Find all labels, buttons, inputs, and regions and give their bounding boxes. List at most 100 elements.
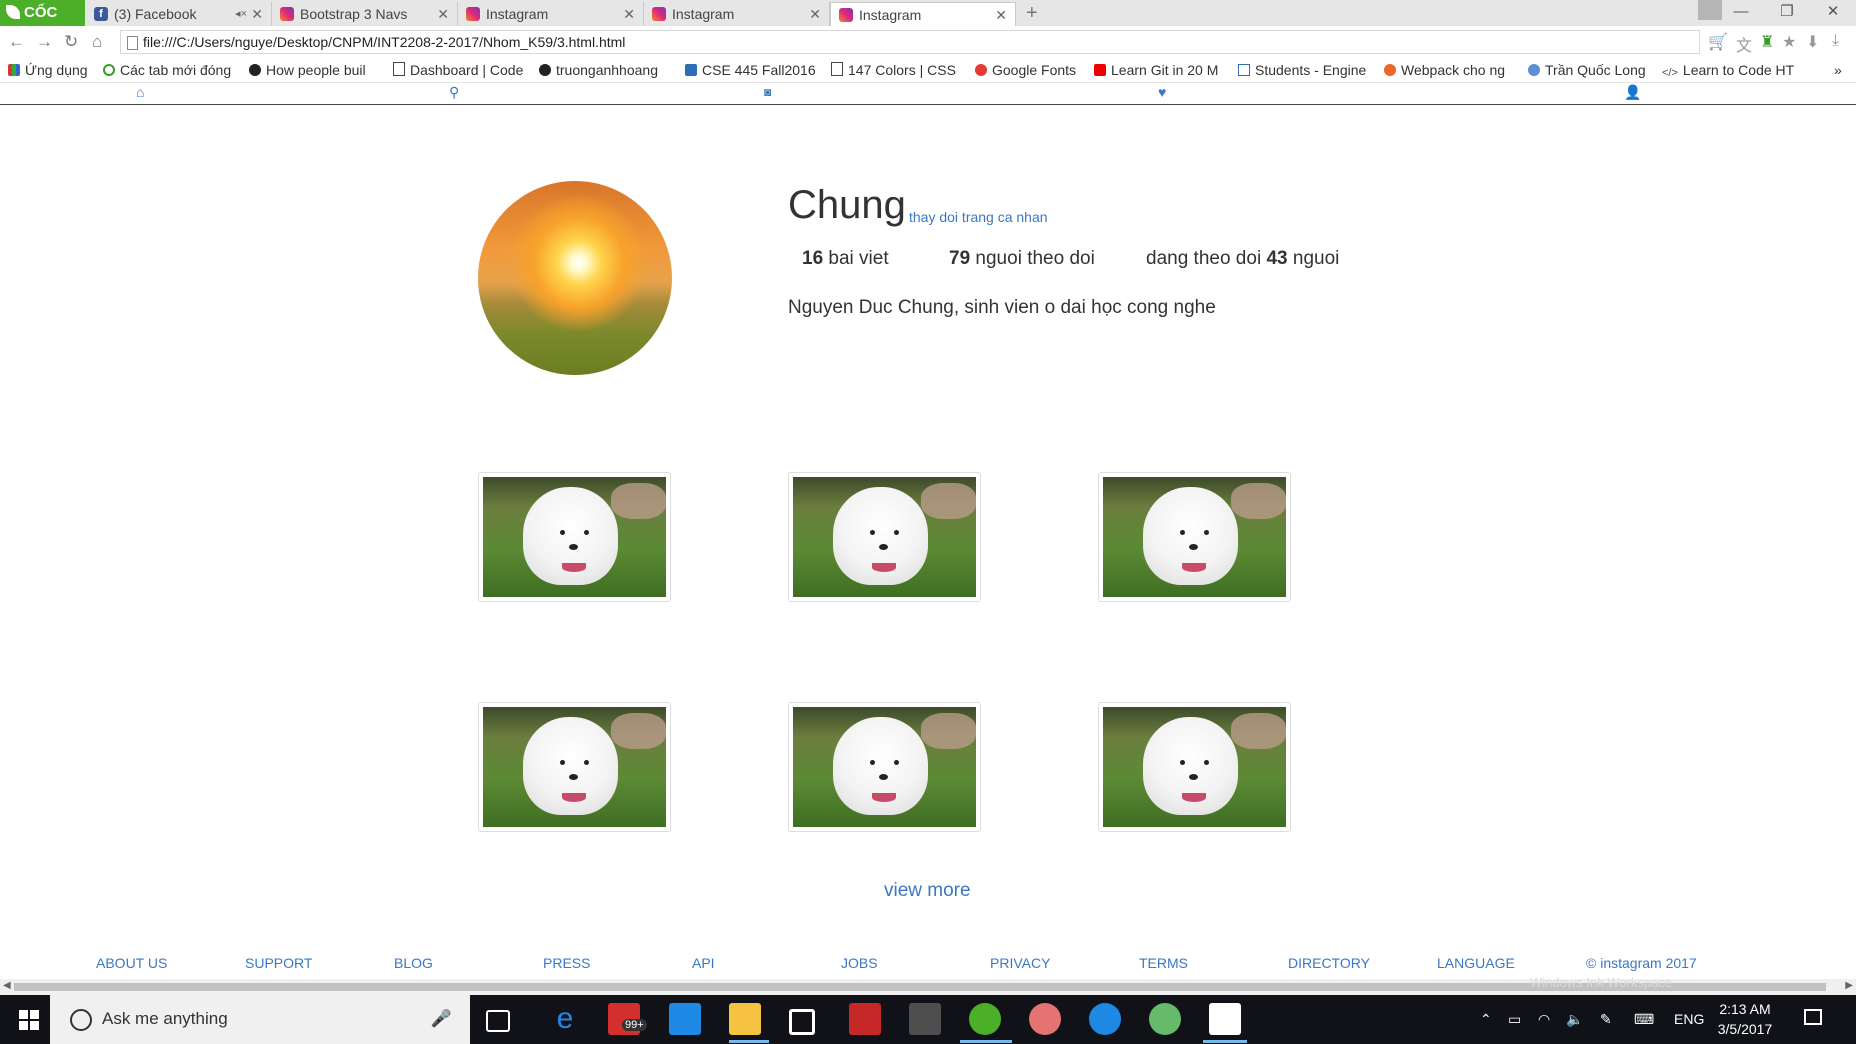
- coccoc-taskbar-icon[interactable]: [969, 1003, 1001, 1035]
- paint-icon[interactable]: [1029, 1003, 1061, 1035]
- bookmark-dashboard[interactable]: Dashboard | Code: [393, 58, 527, 82]
- bookmarks-overflow-button[interactable]: »: [1834, 58, 1842, 82]
- bookmark-147-colors[interactable]: 147 Colors | CSS: [831, 58, 961, 82]
- task-view-icon[interactable]: [486, 1010, 510, 1032]
- windows-taskbar: Ask me anything 🎤 e 99+ ⌃ ▭ ◠ 🔈 ✎ ⌨ ENG …: [0, 995, 1856, 1044]
- footer-link-directory[interactable]: DIRECTORY: [1288, 955, 1370, 971]
- close-tab-icon[interactable]: ✕: [437, 2, 449, 26]
- photo-thumbnail[interactable]: [478, 702, 671, 832]
- footer-link-press[interactable]: PRESS: [543, 955, 590, 971]
- bookmark-students[interactable]: Students - Engine: [1238, 58, 1370, 82]
- photo-thumbnail[interactable]: [478, 472, 671, 602]
- bookmark-tran-quoc-long[interactable]: Trần Quốc Long: [1528, 58, 1646, 82]
- teamviewer-icon[interactable]: [1089, 1003, 1121, 1035]
- cart-icon[interactable]: 🛒: [1708, 32, 1728, 52]
- home-icon[interactable]: ⌂: [136, 83, 144, 101]
- close-tab-icon[interactable]: ✕: [623, 2, 635, 26]
- bookmark-webpack[interactable]: Webpack cho ng: [1384, 58, 1516, 82]
- minimize-button[interactable]: —: [1718, 0, 1764, 26]
- instagram-icon: [652, 7, 666, 21]
- extension-icon[interactable]: ♜: [1760, 32, 1774, 52]
- close-tab-icon[interactable]: ✕: [809, 2, 821, 26]
- bookmark-learn-git[interactable]: Learn Git in 20 M: [1094, 58, 1226, 82]
- following-count: 43: [1266, 248, 1288, 269]
- photo-thumbnail[interactable]: [1098, 702, 1291, 832]
- home-button[interactable]: ⌂: [92, 32, 102, 52]
- footer-link-privacy[interactable]: PRIVACY: [990, 955, 1050, 971]
- user-icon[interactable]: 👤: [1624, 83, 1641, 101]
- camera-icon[interactable]: ◙: [764, 83, 771, 101]
- coccoc-menu-button[interactable]: CỐC CỐC: [0, 0, 85, 47]
- outlook-icon[interactable]: [669, 1003, 701, 1035]
- heart-icon[interactable]: ♥: [1158, 83, 1166, 101]
- edge-icon[interactable]: e: [549, 1003, 581, 1035]
- bookmark-cse445[interactable]: CSE 445 Fall2016: [685, 58, 817, 82]
- close-window-button[interactable]: ✕: [1810, 0, 1856, 26]
- system-clock[interactable]: 2:13 AM 3/5/2017: [1705, 999, 1785, 1039]
- downloads-icon[interactable]: ⤓: [1832, 32, 1839, 50]
- translate-icon[interactable]: 文: [1736, 32, 1752, 56]
- input-language[interactable]: ENG: [1674, 995, 1704, 1044]
- tray-chevron-icon[interactable]: ⌃: [1480, 995, 1492, 1044]
- footer-link-about[interactable]: ABOUT US: [96, 955, 167, 971]
- battery-icon[interactable]: ▭: [1508, 995, 1521, 1044]
- following-stat[interactable]: dang theo doi 43 nguoi: [1146, 248, 1339, 270]
- bookmark-how-people[interactable]: How people buil: [249, 58, 381, 82]
- forward-button[interactable]: →: [36, 32, 53, 52]
- restore-button[interactable]: ❐: [1764, 0, 1810, 26]
- scroll-right-arrow-icon[interactable]: ▶: [1845, 980, 1853, 991]
- cortana-search-box[interactable]: Ask me anything 🎤: [50, 995, 470, 1044]
- store-icon[interactable]: [789, 1009, 815, 1035]
- tab-instagram-1[interactable]: Instagram ✕: [458, 2, 644, 26]
- footer-link-api[interactable]: API: [692, 955, 715, 971]
- tab-instagram-2[interactable]: Instagram ✕: [644, 2, 830, 26]
- view-more-link[interactable]: view more: [884, 880, 971, 902]
- footer-link-language[interactable]: LANGUAGE: [1437, 955, 1515, 971]
- address-input[interactable]: file:///C:/Users/nguye/Desktop/CNPM/INT2…: [120, 30, 1700, 54]
- speaker-muted-icon[interactable]: ◂×: [235, 2, 247, 26]
- footer-link-jobs[interactable]: JOBS: [841, 955, 878, 971]
- search-icon[interactable]: ⚲: [449, 83, 459, 101]
- tab-title: Bootstrap 3 Navs: [300, 6, 408, 22]
- close-tab-icon[interactable]: ✕: [995, 3, 1007, 27]
- savefrom-icon[interactable]: ⬇: [1806, 32, 1819, 52]
- back-button[interactable]: ←: [8, 32, 25, 52]
- bookmark-truonganhhoang[interactable]: truonganhhoang: [539, 58, 671, 82]
- sublime-text-icon[interactable]: [909, 1003, 941, 1035]
- new-tab-button[interactable]: +: [1026, 0, 1038, 26]
- photo-thumbnail[interactable]: [1098, 472, 1291, 602]
- wifi-icon[interactable]: ◠: [1538, 995, 1550, 1044]
- footer-link-blog[interactable]: BLOG: [394, 955, 433, 971]
- microphone-icon[interactable]: 🎤: [431, 1009, 452, 1029]
- windows-ink-icon[interactable]: ✎: [1600, 995, 1612, 1044]
- tab-bootstrap-navs[interactable]: Bootstrap 3 Navs ✕: [272, 2, 458, 26]
- following-prefix: dang theo doi: [1146, 248, 1262, 269]
- followers-stat[interactable]: 79 nguoi theo doi: [949, 248, 1095, 270]
- bookmark-label: Learn to Code HT: [1682, 62, 1795, 78]
- keyboard-icon[interactable]: ⌨: [1634, 995, 1654, 1044]
- bookmark-recent-tabs[interactable]: Các tab mới đóng: [103, 58, 231, 82]
- reload-button[interactable]: ↻: [64, 32, 78, 52]
- app-icon[interactable]: [849, 1003, 881, 1035]
- file-explorer-icon[interactable]: [729, 1003, 761, 1035]
- chrome-like-icon[interactable]: [1149, 1003, 1181, 1035]
- volume-icon[interactable]: 🔈: [1566, 995, 1583, 1044]
- start-button[interactable]: [19, 1010, 39, 1030]
- bookmark-google-fonts[interactable]: Google Fonts: [975, 58, 1076, 82]
- photo-thumbnail[interactable]: [788, 702, 981, 832]
- tab-instagram-active[interactable]: Instagram ✕: [830, 2, 1016, 27]
- bookmark-apps[interactable]: Ứng dụng: [8, 58, 88, 82]
- gmail-notifier-icon[interactable]: 99+: [608, 1003, 647, 1035]
- footer-link-terms[interactable]: TERMS: [1139, 955, 1188, 971]
- apps-grid-icon: [8, 64, 20, 76]
- scroll-left-arrow-icon[interactable]: ◀: [3, 980, 11, 991]
- bookmark-learn-to-code[interactable]: </> Learn to Code HT: [1662, 58, 1796, 82]
- close-tab-icon[interactable]: ✕: [251, 2, 263, 26]
- footer-link-support[interactable]: SUPPORT: [245, 955, 312, 971]
- edit-profile-link[interactable]: thay doi trang ca nhan: [909, 209, 1048, 225]
- tab-facebook[interactable]: f (3) Facebook ◂× ✕: [86, 2, 272, 26]
- photos-icon[interactable]: [1209, 1003, 1241, 1035]
- action-center-icon[interactable]: [1804, 1009, 1822, 1025]
- photo-thumbnail[interactable]: [788, 472, 981, 602]
- bookmark-star-icon[interactable]: ★: [1782, 32, 1796, 52]
